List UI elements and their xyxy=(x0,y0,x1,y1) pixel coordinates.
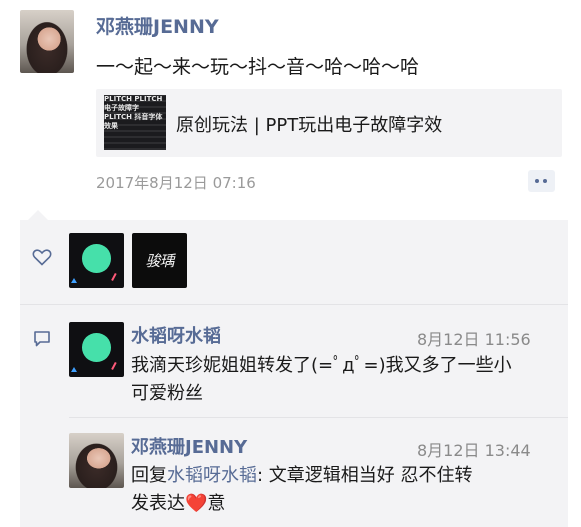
reply-text: 回复水韬呀水韬: 文章逻辑相当好 忍不住转 发表达❤️意 xyxy=(131,462,561,518)
reply-prefix: 回复 xyxy=(131,465,167,486)
shared-article-card[interactable]: PLITCH PLITCH 电子故障字 PLITCH 抖音字体效果 原创玩法 |… xyxy=(96,89,562,157)
heart-outline-icon xyxy=(32,248,52,266)
comment-text-line2: 可爱粉丝 xyxy=(131,383,203,404)
comment-avatar[interactable] xyxy=(69,322,124,377)
comment-author[interactable]: 水韬呀水韬 xyxy=(131,322,221,348)
comment-icon xyxy=(33,330,51,348)
heart-emoji-icon: ❤️ xyxy=(185,493,208,514)
avatar-calligraphy-text: 骏瑀 xyxy=(145,252,174,270)
more-dots-icon[interactable] xyxy=(528,170,555,192)
reply-to-user[interactable]: 水韬呀水韬 xyxy=(167,465,257,486)
reply-text-line2b: 意 xyxy=(207,493,226,514)
likes-divider xyxy=(20,304,568,305)
post-text: 一～起～来～玩～抖～音～哈～哈～哈 xyxy=(96,56,420,78)
comment-time: 8月12日 13:44 xyxy=(417,441,531,460)
comment-text-line1: 我滴天珍妮姐姐转发了(=ﾟдﾟ=)我又多了一些小 xyxy=(131,355,512,376)
reply-text-line2a: 发表达 xyxy=(131,493,185,514)
comment-text: 我滴天珍妮姐姐转发了(=ﾟдﾟ=)我又多了一些小 可爱粉丝 xyxy=(131,352,561,408)
post-author-name[interactable]: 邓燕珊JENNY xyxy=(96,12,219,39)
comment-divider xyxy=(69,417,568,418)
comment-time: 8月12日 11:56 xyxy=(417,330,531,349)
comment-box-arrow xyxy=(28,210,48,220)
comment-avatar[interactable] xyxy=(69,433,124,488)
reply-text-rest: : 文章逻辑相当好 忍不住转 xyxy=(257,465,473,486)
article-thumbnail: PLITCH PLITCH 电子故障字 PLITCH 抖音字体效果 xyxy=(104,95,166,150)
post-author-avatar[interactable] xyxy=(20,10,74,73)
post-timestamp: 2017年8月12日 07:16 xyxy=(96,174,256,192)
thumbnail-text: PLITCH PLITCH 电子故障字 PLITCH 抖音字体效果 xyxy=(104,95,163,130)
like-avatar-2[interactable]: 骏瑀 xyxy=(132,233,187,288)
article-title: 原创玩法 | PPT玩出电子故障字效 xyxy=(176,115,443,136)
like-avatar-1[interactable] xyxy=(69,233,124,288)
comment-author[interactable]: 邓燕珊JENNY xyxy=(131,433,247,459)
